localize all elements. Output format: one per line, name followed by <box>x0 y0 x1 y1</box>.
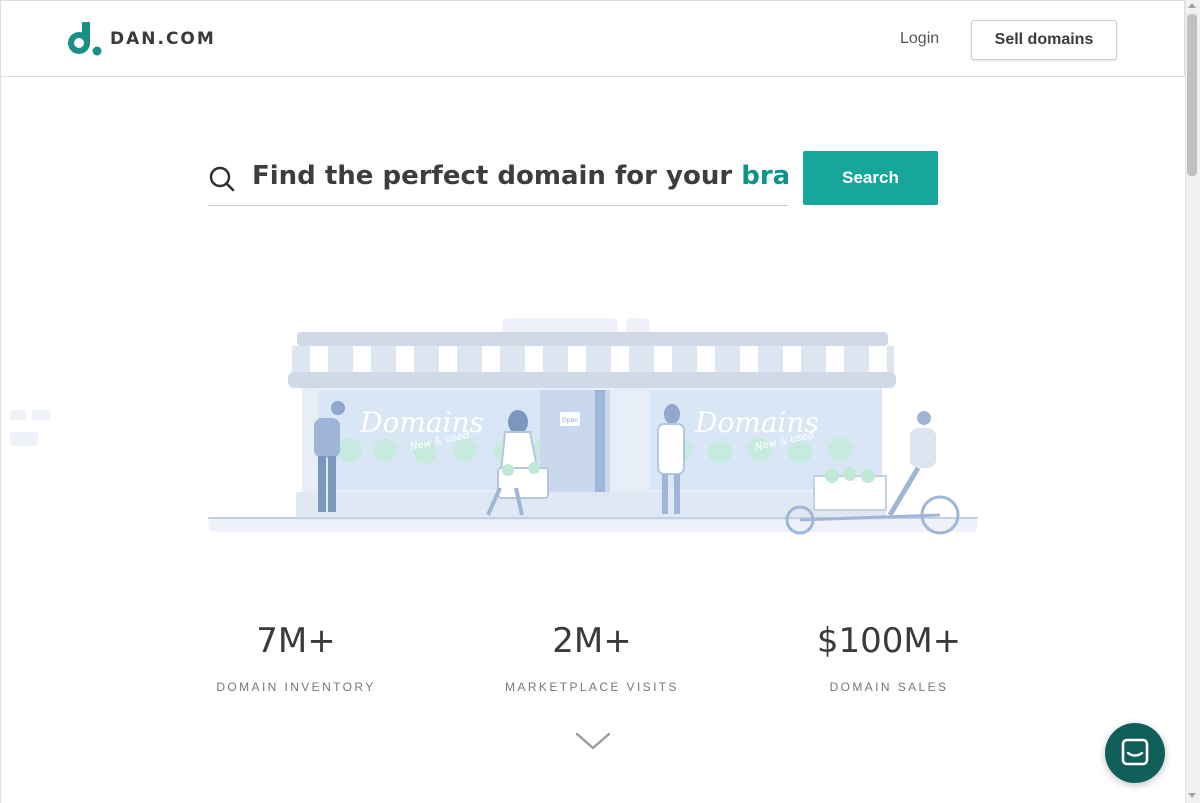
chat-icon <box>1121 738 1149 766</box>
search-icon <box>209 166 235 192</box>
stat-domain-inventory: 7M+ DOMAIN INVENTORY <box>146 620 446 694</box>
door-sign: Open <box>562 417 578 424</box>
search-input[interactable]: Find the perfect domain for your bran <box>208 151 788 206</box>
scrollbar-thumb[interactable] <box>1187 14 1197 176</box>
stat-value: 2M+ <box>552 621 632 661</box>
stat-value: $100M+ <box>816 621 962 661</box>
stat-label: DOMAIN SALES <box>829 680 949 694</box>
storefront-illustration: Domains New & used Open Domains New & us… <box>208 318 978 535</box>
side-decoration <box>10 410 50 446</box>
stat-label: MARKETPLACE VISITS <box>505 680 679 694</box>
site-header: DAN.COM Login Sell domains <box>0 0 1185 77</box>
logo-text: DAN.COM <box>110 29 216 49</box>
scroll-down-arrow-icon[interactable] <box>1188 793 1196 798</box>
search-highlight-text: bran <box>741 161 788 191</box>
scroll-up-arrow-icon[interactable] <box>1188 3 1196 8</box>
stats-section: 7M+ DOMAIN INVENTORY 2M+ MARKETPLACE VIS… <box>146 620 1036 700</box>
logo-link[interactable]: DAN.COM <box>68 22 216 56</box>
sell-domains-button[interactable]: Sell domains <box>971 20 1117 60</box>
chevron-down-icon[interactable] <box>575 731 611 751</box>
search-prompt-text: Find the perfect domain for your <box>252 161 733 191</box>
stat-domain-sales: $100M+ DOMAIN SALES <box>739 620 1039 694</box>
login-link[interactable]: Login <box>900 30 939 48</box>
stat-value: 7M+ <box>256 621 336 661</box>
search-typing-text: Find the perfect domain for your bran <box>252 161 788 191</box>
stat-marketplace-visits: 2M+ MARKETPLACE VISITS <box>442 620 742 694</box>
dan-logo-icon <box>68 22 102 56</box>
search-button[interactable]: Search <box>803 151 938 205</box>
stat-label: DOMAIN INVENTORY <box>216 680 376 694</box>
chat-button[interactable] <box>1105 723 1165 783</box>
